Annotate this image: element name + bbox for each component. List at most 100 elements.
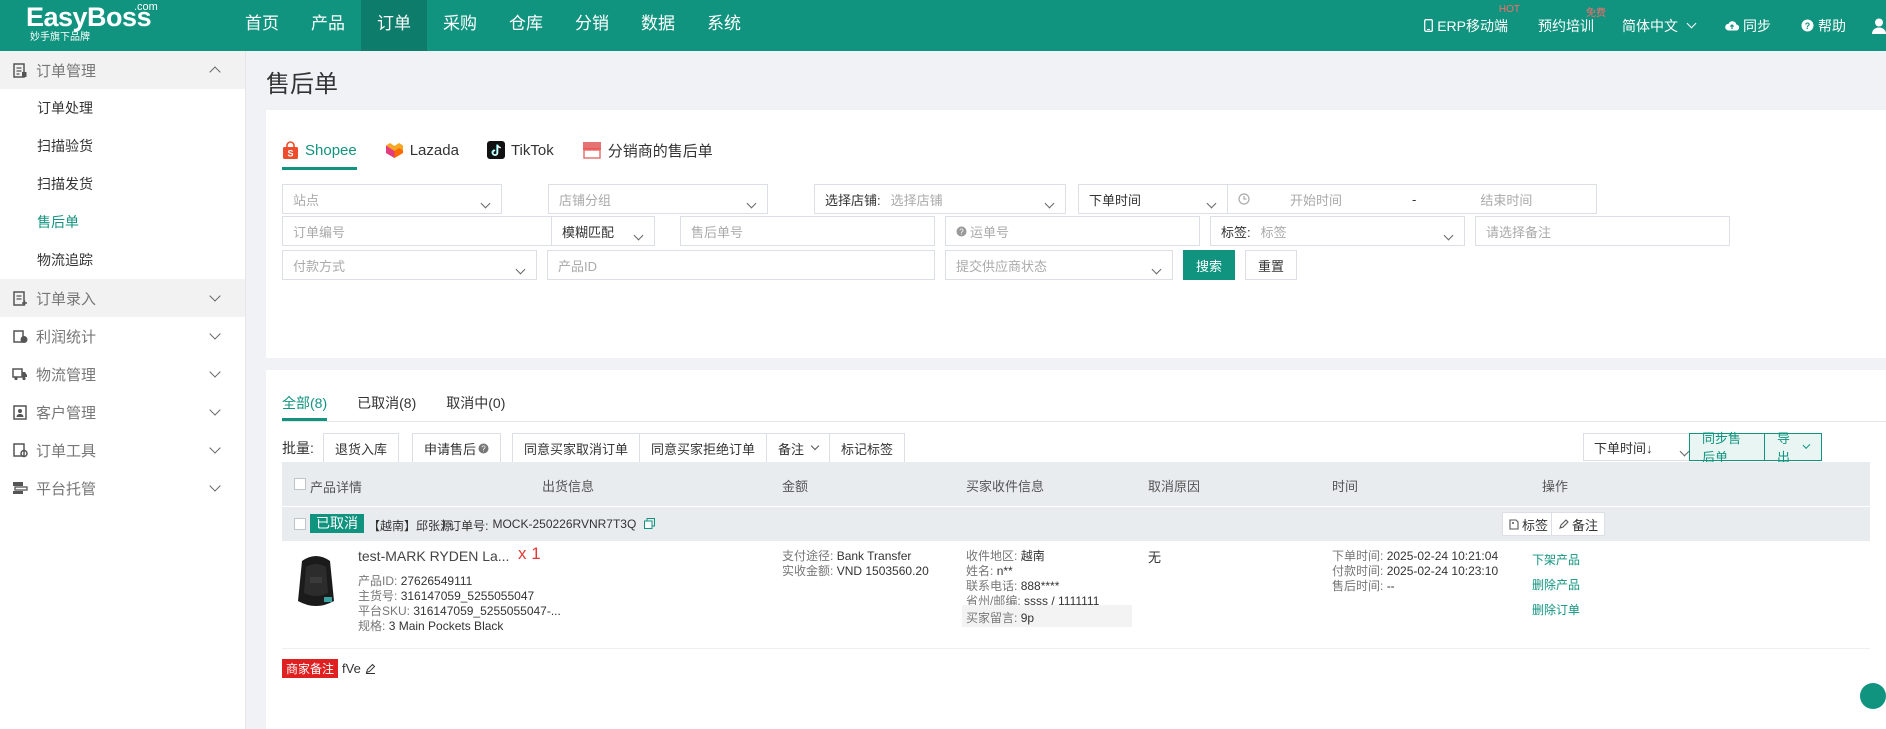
agree-cancel-button[interactable]: 同意买家取消订单 xyxy=(512,433,641,463)
tab-shopee[interactable]: S Shopee xyxy=(282,130,357,170)
product-id-input[interactable]: 产品ID xyxy=(547,250,935,280)
chat-float-icon[interactable] xyxy=(1860,683,1886,709)
column-time: 时间 xyxy=(1332,479,1359,494)
chevron-down-icon xyxy=(209,328,221,340)
hosting-icon xyxy=(12,480,28,496)
supplier-status-select[interactable]: 提交供应商状态 xyxy=(945,250,1173,280)
delete-order-link[interactable]: 删除订单 xyxy=(1532,601,1580,618)
copy-icon[interactable] xyxy=(644,518,656,529)
apply-after-sales-button[interactable]: 申请售后 ? xyxy=(412,433,502,463)
mark-tag-button[interactable]: 标记标签 xyxy=(829,433,906,463)
column-product-details: 产品详情 xyxy=(310,480,363,495)
received-amount-line: 实收金额: VND 1503560.20 xyxy=(782,564,929,578)
erp-mobile-link[interactable]: ERP移动端 HOT xyxy=(1424,4,1520,36)
tab-lazada[interactable]: Lazada xyxy=(385,130,459,170)
status-badge: 已取消 xyxy=(310,514,364,533)
reset-button[interactable]: 重置 xyxy=(1245,250,1297,280)
order-tag-button[interactable]: 标签 xyxy=(1502,512,1556,536)
sidebar-group-label: 订单工具 xyxy=(36,442,97,460)
tag-select[interactable]: 标签: 标签 xyxy=(1210,216,1465,246)
tab-cancelled[interactable]: 已取消(8) xyxy=(357,386,416,421)
order-note-button[interactable]: 备注 xyxy=(1551,512,1606,536)
shop-name: 【越南】邱张源 xyxy=(368,519,453,533)
training-link[interactable]: 预约培训 免费 xyxy=(1538,8,1606,36)
date-range-picker[interactable]: 开始时间 - 结束时间 xyxy=(1227,184,1597,214)
tab-tiktok[interactable]: TikTok xyxy=(486,130,554,170)
help-button[interactable]: ? 帮助 xyxy=(1801,16,1846,36)
delist-product-link[interactable]: 下架产品 xyxy=(1532,551,1580,568)
agree-reject-button[interactable]: 同意买家拒绝订单 xyxy=(639,433,768,463)
product-id-placeholder: 产品ID xyxy=(558,258,598,274)
sidebar-group-order-tools[interactable]: 订单工具 xyxy=(0,431,245,469)
chevron-down-icon xyxy=(209,480,221,492)
brand-logo[interactable]: EasyBoss .com 妙手旗下品牌 xyxy=(26,1,176,48)
column-buyer-info: 买家收件信息 xyxy=(966,479,1045,494)
edit-icon[interactable] xyxy=(365,663,376,674)
free-badge: 免费 xyxy=(1586,7,1606,19)
export-button[interactable]: 导出 xyxy=(1764,431,1822,465)
remark-dropdown-button[interactable]: 备注 xyxy=(766,433,831,463)
remark-select[interactable]: 请选择备注 xyxy=(1475,216,1730,246)
shopee-icon: S xyxy=(283,140,298,159)
top-navbar: EasyBoss .com 妙手旗下品牌 首页 产品 订单 采购 仓库 分销 数… xyxy=(0,0,1886,51)
sidebar-group-platform-hosting[interactable]: 平台托管 xyxy=(0,469,245,507)
apply-after-sales-label: 申请售后 xyxy=(424,441,477,457)
order-number-placeholder: 订单编号 xyxy=(293,224,346,240)
nav-distribution[interactable]: 分销 xyxy=(559,0,625,51)
sync-button[interactable]: 同步 xyxy=(1725,16,1771,36)
sidebar-item-logistics-tracking[interactable]: 物流追踪 xyxy=(0,241,245,279)
nav-orders[interactable]: 订单 xyxy=(361,0,427,51)
shop-select[interactable]: 选择店铺: 选择店铺 xyxy=(814,184,1066,214)
select-all-checkbox[interactable] xyxy=(294,478,306,490)
nav-home[interactable]: 首页 xyxy=(229,0,295,51)
cancel-reason: 无 xyxy=(1148,550,1162,565)
training-label: 预约培训 xyxy=(1538,17,1594,34)
sidebar-group-order-entry[interactable]: 订单录入 xyxy=(0,279,245,317)
sync-after-sales-button[interactable]: 同步售后单 xyxy=(1689,431,1765,465)
product-title[interactable]: test-MARK RYDEN La... xyxy=(358,548,509,564)
tab-cancelling[interactable]: 取消中(0) xyxy=(446,386,505,421)
sort-select[interactable]: 下单时间↓ xyxy=(1583,433,1701,461)
chevron-down-icon xyxy=(209,290,221,302)
nav-system[interactable]: 系统 xyxy=(691,0,757,51)
lazada-icon xyxy=(385,143,403,158)
site-select[interactable]: 站点 xyxy=(282,184,502,214)
sidebar-item-scan-ship[interactable]: 扫描发货 xyxy=(0,165,245,203)
payment-method-select[interactable]: 付款方式 xyxy=(282,250,537,280)
sidebar-item-after-sales[interactable]: 售后单 xyxy=(0,203,245,241)
waybill-input[interactable]: ? 运单号 xyxy=(945,216,1200,246)
after-sales-number-input[interactable]: 售后单号 xyxy=(680,216,935,246)
sidebar-group-profit-stats[interactable]: 利润统计 xyxy=(0,317,245,355)
return-to-stock-button[interactable]: 退货入库 xyxy=(323,433,400,463)
sidebar-item-scan-inspect[interactable]: 扫描验货 xyxy=(0,127,245,165)
order-tag-label: 标签 xyxy=(1522,517,1549,533)
nav-products[interactable]: 产品 xyxy=(295,0,361,51)
order-number: | 订单号: MOCK-250226RVNR7T3Q xyxy=(442,517,656,534)
sidebar-item-order-processing[interactable]: 订单处理 xyxy=(0,89,245,127)
shop-group-select[interactable]: 店铺分组 xyxy=(548,184,768,214)
nav-data[interactable]: 数据 xyxy=(625,0,691,51)
user-avatar[interactable] xyxy=(1872,18,1886,34)
match-mode-select[interactable]: 模糊匹配 xyxy=(551,216,655,246)
merchant-note: 商家备注 fVe xyxy=(282,659,376,678)
sidebar-group-order-management[interactable]: 订单管理 xyxy=(0,51,245,89)
language-select[interactable]: 简体中文 xyxy=(1622,16,1697,36)
nav-warehouse[interactable]: 仓库 xyxy=(493,0,559,51)
order-note-label: 备注 xyxy=(1572,517,1599,533)
product-thumbnail[interactable] xyxy=(290,553,342,613)
match-mode-value: 模糊匹配 xyxy=(562,224,615,240)
svg-text:?: ? xyxy=(959,227,964,236)
tab-all[interactable]: 全部(8) xyxy=(282,386,328,421)
help-icon: ? xyxy=(478,443,489,453)
sidebar-group-customers[interactable]: 客户管理 xyxy=(0,393,245,431)
tab-distributor-after-sales[interactable]: 分销商的售后单 xyxy=(582,130,713,170)
search-button[interactable]: 搜索 xyxy=(1183,250,1235,280)
delete-product-link[interactable]: 删除产品 xyxy=(1532,576,1580,593)
order-number-label: 订单号: xyxy=(449,519,489,533)
sidebar-group-logistics[interactable]: 物流管理 xyxy=(0,355,245,393)
time-type-select[interactable]: 下单时间 xyxy=(1078,184,1228,214)
order-number-input[interactable]: 订单编号 xyxy=(282,216,552,246)
nav-purchase[interactable]: 采购 xyxy=(427,0,493,51)
batch-apply-group: 申请售后 ? xyxy=(412,433,502,463)
order-checkbox[interactable] xyxy=(294,518,306,530)
